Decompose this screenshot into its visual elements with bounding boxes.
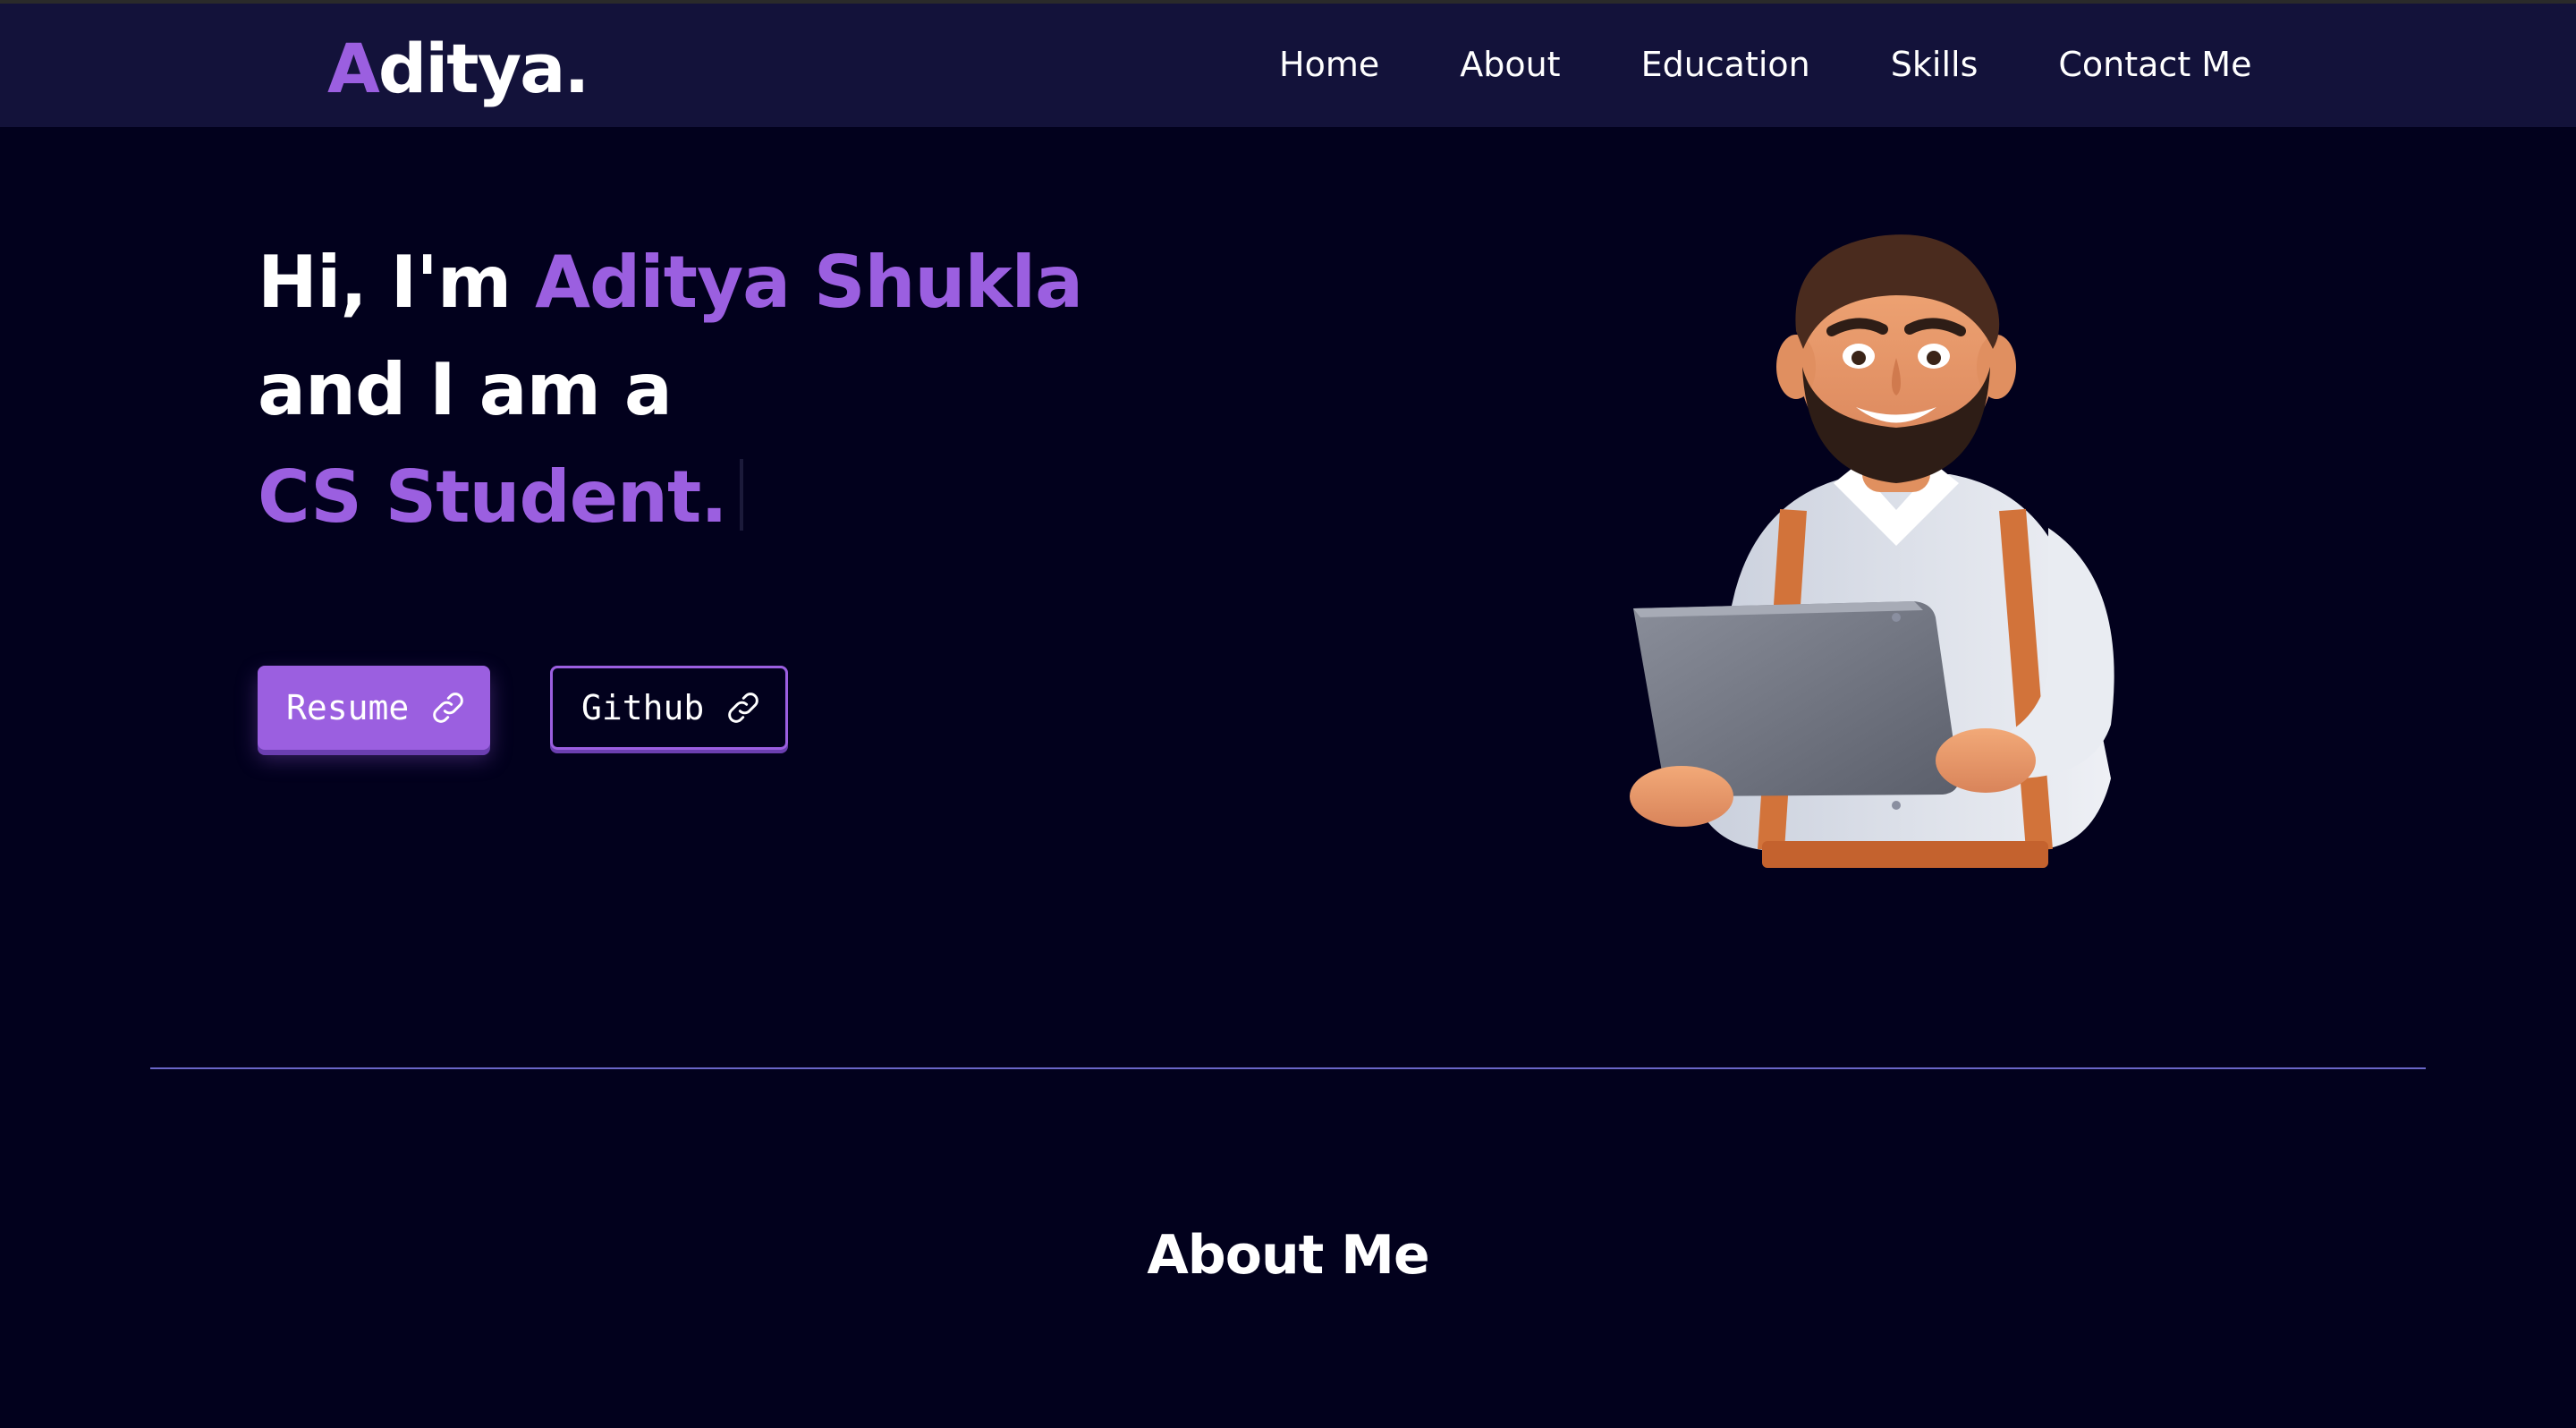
github-button-label: Github <box>581 688 705 727</box>
link-icon <box>724 688 763 727</box>
link-icon <box>428 688 468 727</box>
nav-link-education[interactable]: Education <box>1641 45 1810 84</box>
hero-role-line: CS Student. <box>258 444 743 551</box>
nav-link-home[interactable]: Home <box>1279 45 1379 84</box>
nav-links: Home About Education Skills Contact Me <box>1279 45 2251 84</box>
section-divider <box>150 1067 2426 1069</box>
hero-greeting-line: Hi, I'm Aditya Shukla <box>258 229 1083 336</box>
hero-role: CS Student. <box>258 455 728 539</box>
developer-avatar-illustration <box>1628 224 2182 886</box>
logo[interactable]: Aditya. <box>327 29 589 109</box>
nav-link-about[interactable]: About <box>1460 45 1560 84</box>
hero-name: Aditya Shukla <box>535 241 1083 324</box>
typing-cursor <box>739 459 743 531</box>
nav-link-contact[interactable]: Contact Me <box>2058 45 2251 84</box>
nav-link-skills[interactable]: Skills <box>1891 45 1979 84</box>
hero-greeting: Hi, I'm <box>258 241 536 324</box>
hero-line2: and I am a <box>258 348 673 431</box>
resume-button-label: Resume <box>286 688 410 727</box>
logo-first-letter: A <box>327 29 380 108</box>
logo-rest: ditya. <box>377 29 589 108</box>
about-section-title: About Me <box>1147 1223 1429 1287</box>
resume-button[interactable]: Resume <box>258 666 490 750</box>
github-button[interactable]: Github <box>550 666 788 750</box>
page: Aditya. Home About Education Skills Cont… <box>0 0 2576 1428</box>
navbar: Aditya. Home About Education Skills Cont… <box>0 0 2576 127</box>
